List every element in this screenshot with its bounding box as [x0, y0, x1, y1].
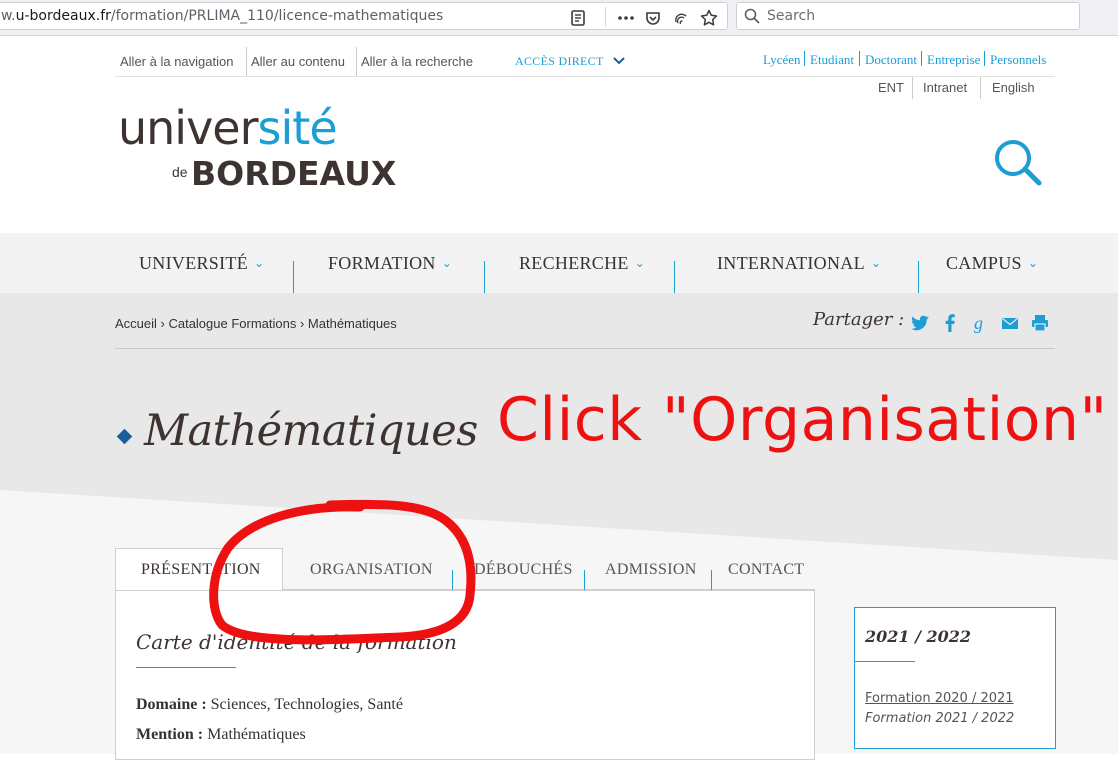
nav-universite[interactable]: UNIVERSITÉ ⌄ — [139, 253, 264, 274]
acces-direct-menu[interactable]: ACCÈS DIRECT — [515, 54, 625, 69]
toolink-separator — [980, 77, 981, 99]
skiplink-search[interactable]: Aller à la recherche — [361, 54, 473, 69]
toolink-ent[interactable]: ENT — [878, 80, 904, 95]
chevron-down-icon — [613, 57, 625, 65]
skiplink-separator — [246, 47, 247, 76]
tab-separator — [711, 570, 712, 590]
chevron-down-icon: ⌄ — [1027, 256, 1039, 270]
google-plus-icon[interactable]: g — [970, 313, 990, 333]
field-mention: Mention : Mathématiques — [136, 726, 306, 744]
logo-part1: univer — [118, 101, 259, 155]
tab-presentation[interactable]: PRÉSENTATION — [141, 561, 261, 579]
nav-recherche[interactable]: RECHERCHE ⌄ — [519, 253, 645, 274]
nav-international[interactable]: INTERNATIONAL ⌄ — [717, 253, 881, 274]
nav-separator — [293, 261, 294, 293]
year-link-2020[interactable]: Formation 2020 / 2021 — [865, 691, 1014, 706]
svg-text:g: g — [974, 313, 983, 333]
persona-separator — [984, 51, 985, 66]
twitter-icon[interactable] — [910, 313, 930, 333]
field-mention-value: Mathématiques — [207, 726, 306, 743]
nav-separator — [484, 261, 485, 293]
page-title: Mathématiques — [144, 406, 478, 456]
print-icon[interactable] — [1030, 313, 1050, 333]
search-icon — [743, 7, 761, 25]
logo-de: de — [172, 164, 188, 180]
field-domaine-value: Sciences, Technologies, Santé — [210, 696, 403, 713]
logo-part2: sité — [257, 101, 338, 155]
url-path: /formation/PRLIMA_110/licence-mathematiq… — [110, 8, 444, 24]
year-title: 2021 / 2022 — [865, 627, 972, 646]
header-divider — [115, 76, 1055, 77]
persona-separator — [804, 51, 805, 66]
tracking-protection-icon[interactable] — [672, 9, 690, 27]
tab-separator — [452, 570, 453, 590]
persona-separator — [859, 51, 860, 66]
toolink-separator — [912, 77, 913, 99]
url-prefix: w. — [1, 8, 16, 24]
acces-direct-label: ACCÈS DIRECT — [515, 54, 604, 68]
nav-separator — [918, 261, 919, 293]
tab-separator — [584, 570, 585, 590]
toolink-english[interactable]: English — [992, 80, 1035, 95]
tab-organisation[interactable]: ORGANISATION — [310, 561, 433, 579]
nav-campus[interactable]: CAMPUS ⌄ — [946, 253, 1038, 274]
skiplink-navigation[interactable]: Aller à la navigation — [120, 54, 233, 69]
pocket-icon[interactable] — [644, 9, 662, 27]
chevron-down-icon: ⌄ — [254, 256, 265, 270]
browser-toolbar: w.u-bordeaux.fr/formation/PRLIMA_110/lic… — [0, 0, 1118, 36]
year-link-2021: Formation 2021 / 2022 — [865, 711, 1015, 726]
chevron-down-icon: ⌄ — [870, 256, 882, 270]
field-domaine-label: Domaine : — [136, 696, 207, 713]
persona-personnels[interactable]: Personnels — [990, 52, 1046, 68]
persona-doctorant[interactable]: Doctorant — [865, 52, 917, 68]
browser-search-input[interactable]: Search — [736, 2, 1080, 30]
persona-separator — [921, 51, 922, 66]
breadcrumb-divider — [115, 348, 1055, 349]
facebook-icon[interactable] — [940, 313, 960, 333]
url-bar[interactable]: w.u-bordeaux.fr/formation/PRLIMA_110/lic… — [0, 2, 728, 30]
toolink-intranet[interactable]: Intranet — [923, 80, 967, 95]
card-title: Carte d'identité de la formation — [136, 630, 457, 654]
email-icon[interactable] — [1000, 313, 1020, 333]
persona-lyceen[interactable]: Lycéen — [763, 52, 801, 68]
chevron-down-icon: ⌄ — [634, 256, 646, 270]
field-domaine: Domaine : Sciences, Technologies, Santé — [136, 696, 403, 714]
url-host: u-bordeaux.fr — [15, 8, 111, 24]
tab-contact[interactable]: CONTACT — [728, 561, 804, 579]
instruction-annotation: Click "Organisation" — [497, 385, 1108, 455]
skiplink-separator — [356, 47, 357, 76]
site-search-icon[interactable] — [993, 138, 1043, 190]
logo-bordeaux: BORDEAUX — [191, 154, 397, 193]
bookmark-star-icon[interactable] — [700, 9, 718, 27]
nav-separator — [674, 261, 675, 293]
year-title-underline — [855, 661, 915, 662]
chevron-down-icon: ⌄ — [441, 256, 453, 270]
tab-baseline — [283, 589, 815, 590]
persona-etudiant[interactable]: Etudiant — [810, 52, 854, 68]
share-label: Partager : — [813, 309, 905, 330]
persona-entreprise[interactable]: Entreprise — [927, 52, 980, 68]
tab-debouches[interactable]: DÉBOUCHÉS — [474, 561, 573, 579]
field-mention-label: Mention : — [136, 726, 204, 743]
nav-formation[interactable]: FORMATION ⌄ — [328, 253, 452, 274]
search-placeholder: Search — [767, 8, 816, 24]
reader-view-icon[interactable] — [569, 9, 587, 27]
skiplink-content[interactable]: Aller au contenu — [251, 54, 345, 69]
card-title-underline — [136, 667, 236, 668]
url-separator — [605, 7, 606, 27]
more-actions-icon[interactable] — [617, 9, 635, 27]
breadcrumb[interactable]: Accueil › Catalogue Formations › Mathéma… — [115, 316, 397, 331]
tab-admission[interactable]: ADMISSION — [605, 561, 697, 579]
main-navigation: UNIVERSITÉ ⌄ FORMATION ⌄ RECHERCHE ⌄ INTERN… — [0, 233, 1118, 293]
